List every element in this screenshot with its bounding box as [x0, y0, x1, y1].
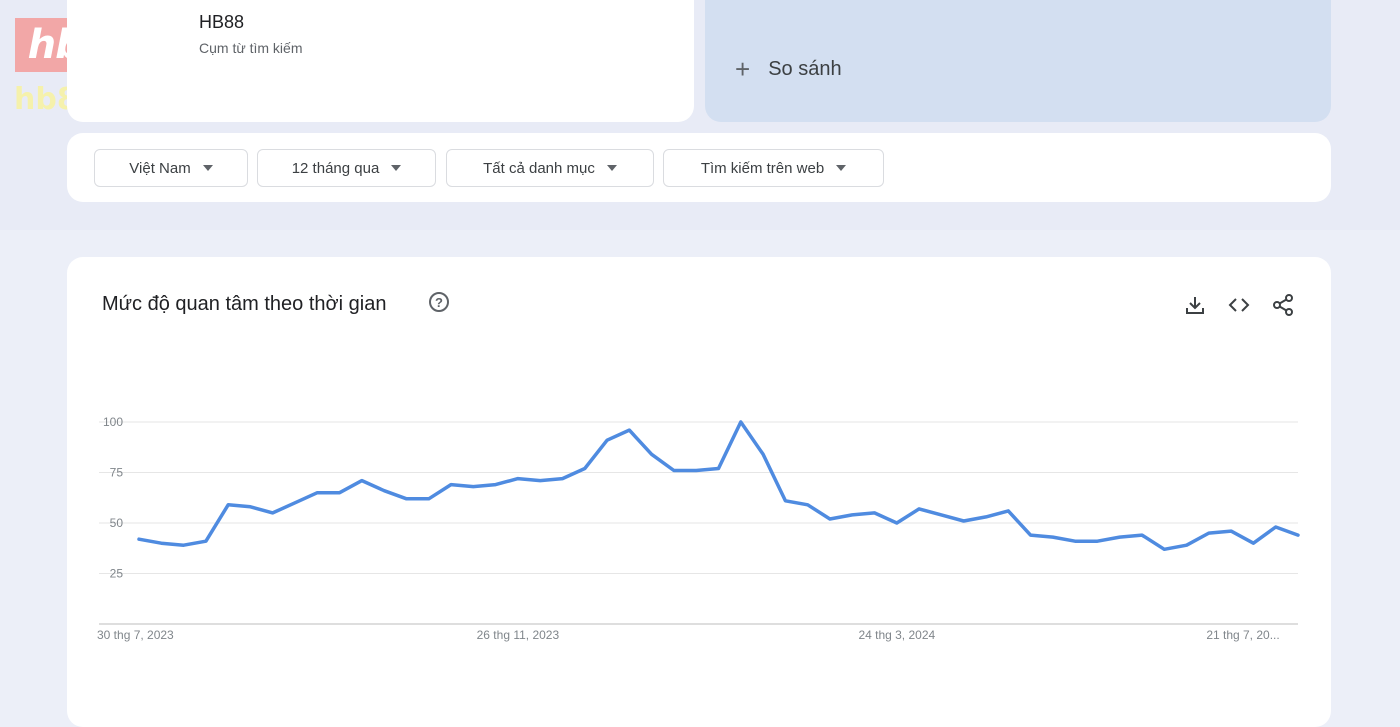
- interest-over-time-card: Mức độ quan tâm theo thời gian ? 25 50 75 1…: [67, 257, 1331, 727]
- search-term-card[interactable]: HB88 Cụm từ tìm kiếm: [67, 0, 694, 122]
- interest-line-chart: 25 50 75 100 30 thg 7, 2023 26 thg 11, 2023 24…: [97, 415, 1300, 642]
- filter-time-dropdown[interactable]: 12 tháng qua: [257, 149, 436, 187]
- caret-down-icon: [836, 165, 847, 171]
- y-tick-label: 25: [110, 567, 124, 581]
- filter-search-type-label: Tìm kiếm trên web: [700, 159, 825, 177]
- filter-category-label: Tất cả danh mục: [483, 159, 595, 177]
- filter-region-dropdown[interactable]: Việt Nam: [94, 149, 248, 187]
- filter-category-dropdown[interactable]: Tất cả danh mục: [446, 149, 654, 187]
- x-tick-label: 30 thg 7, 2023: [97, 628, 174, 642]
- filter-time-label: 12 tháng qua: [291, 159, 380, 177]
- y-tick-label: 100: [103, 415, 123, 429]
- x-tick-label: 26 thg 11, 2023: [477, 628, 560, 642]
- filter-search-type-dropdown[interactable]: Tìm kiếm trên web: [663, 149, 884, 187]
- y-tick-label: 75: [110, 466, 124, 480]
- plus-icon: +: [735, 54, 751, 84]
- filters-bar: Việt Nam 12 tháng qua Tất cả danh mục Tì…: [67, 133, 1331, 202]
- compare-button[interactable]: + So sánh: [705, 0, 1331, 122]
- caret-down-icon: [202, 165, 213, 171]
- x-tick-label: 21 thg 7, 20...: [1206, 628, 1279, 642]
- search-term-name: HB88: [199, 12, 245, 32]
- caret-down-icon: [391, 165, 402, 171]
- filter-region-label: Việt Nam: [129, 159, 191, 177]
- x-tick-label: 24 thg 3, 2024: [858, 628, 935, 642]
- series-line: [137, 420, 1300, 552]
- compare-label: So sánh: [768, 57, 842, 80]
- caret-down-icon: [606, 165, 617, 171]
- search-term-subtitle: Cụm từ tìm kiếm: [199, 40, 303, 56]
- y-tick-label: 50: [110, 516, 124, 530]
